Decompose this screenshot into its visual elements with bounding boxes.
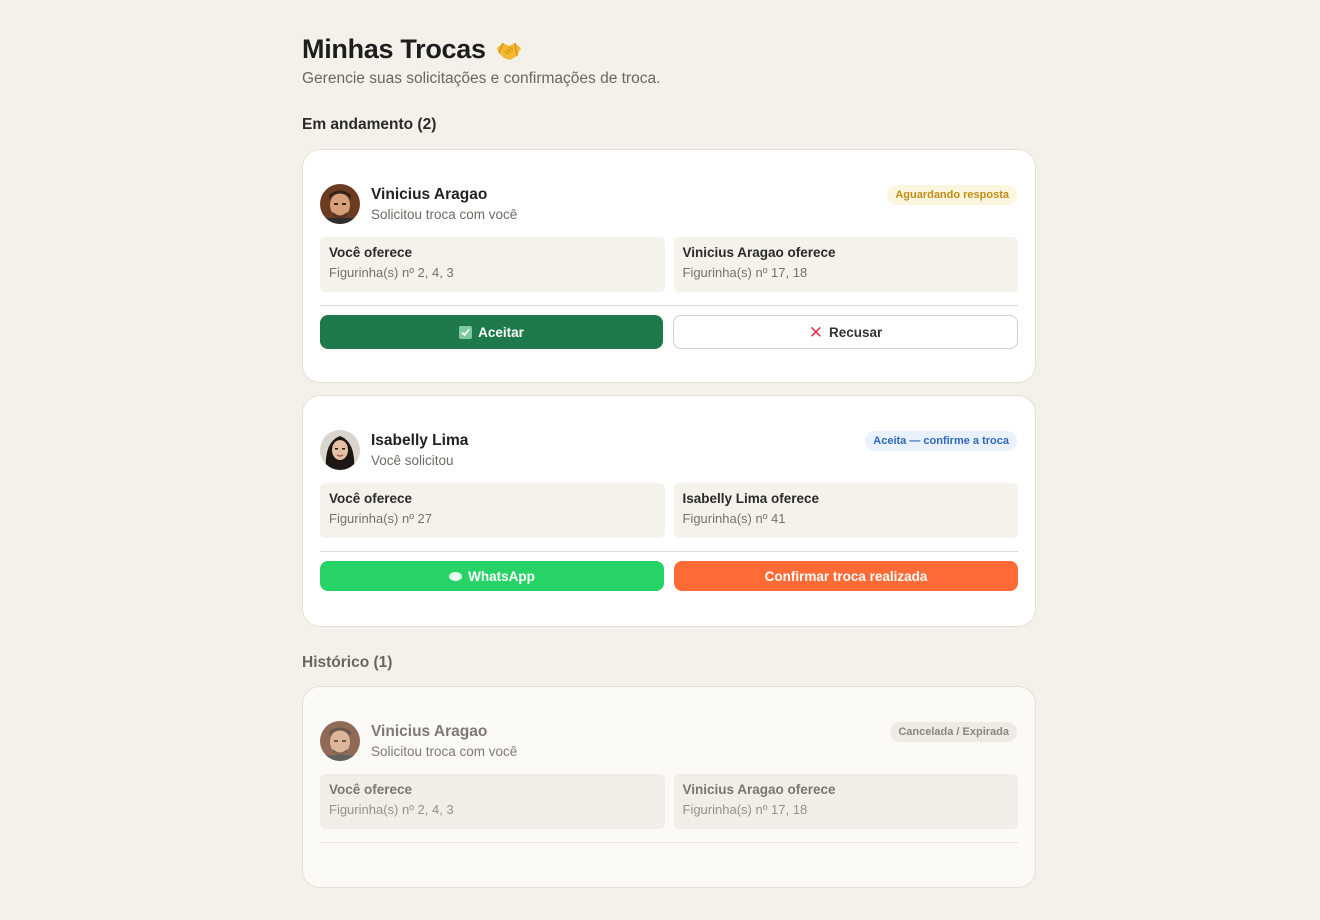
page-subtitle: Gerencie suas solicitações e confirmaçõe… (302, 70, 661, 87)
divider (320, 551, 1018, 552)
whatsapp-button[interactable]: WhatsApp (320, 561, 664, 591)
confirm-label: Confirmar troca realizada (764, 568, 928, 584)
trade-user-info: Vinicius Aragao Solicitou troca com você (371, 723, 517, 759)
they-offer-title: Vinicius Aragao oferece (682, 245, 836, 260)
accept-label: Aceitar (478, 324, 524, 340)
they-offer-title: Vinicius Aragao oferece (682, 782, 836, 797)
trades-page: Minhas Trocas Gerencie suas solicitações… (302, 32, 1036, 888)
you-offer-value: Figurinha(s) nº 2, 4, 3 (329, 802, 454, 817)
they-offer-box: Isabelly Lima oferece Figurinha(s) nº 41 (673, 483, 1018, 538)
chat-bubble-icon (449, 571, 463, 581)
user-name: Isabelly Lima (371, 432, 469, 449)
offers: Você oferece Figurinha(s) nº 2, 4, 3 Vin… (320, 774, 1018, 829)
status-badge: Aceita — confirme a troca (865, 431, 1017, 451)
refuse-button[interactable]: ✕ Recusar (673, 315, 1018, 349)
section-title-history: Histórico (1) (302, 654, 393, 671)
user-name: Vinicius Aragao (371, 186, 488, 203)
you-offer-title: Você oferece (329, 491, 413, 506)
page-title: Minhas Trocas (302, 33, 486, 64)
accept-button[interactable]: Aceitar (320, 315, 663, 349)
trade-card: Isabelly Lima Você solicitou Aceita — co… (302, 395, 1036, 627)
trade-actions: Aceitar ✕ Recusar (320, 315, 1018, 349)
status-badge: Aguardando resposta (887, 185, 1017, 205)
trade-card: Vinicius Aragao Solicitou troca com você… (302, 149, 1036, 383)
you-offer-value: Figurinha(s) nº 2, 4, 3 (329, 265, 454, 280)
user-name: Vinicius Aragao (371, 723, 488, 740)
you-offer-box: Você oferece Figurinha(s) nº 27 (320, 483, 665, 538)
check-icon (459, 325, 473, 339)
handshake-icon (496, 40, 522, 62)
page-header: Minhas Trocas (302, 32, 1036, 66)
status-badge: Cancelada / Expirada (890, 722, 1017, 742)
they-offer-box: Vinicius Aragao oferece Figurinha(s) nº … (673, 774, 1018, 829)
avatar (320, 430, 360, 470)
trade-role: Solicitou troca com você (371, 207, 518, 222)
divider (320, 842, 1018, 843)
trade-actions: WhatsApp Confirmar troca realizada (320, 561, 1018, 591)
avatar (320, 184, 360, 224)
divider (320, 305, 1018, 306)
refuse-label: Recusar (828, 324, 883, 340)
they-offer-box: Vinicius Aragao oferece Figurinha(s) nº … (673, 237, 1018, 292)
avatar (320, 721, 360, 761)
you-offer-title: Você oferece (329, 245, 413, 260)
trade-role: Você solicitou (371, 453, 454, 468)
trade-role: Solicitou troca com você (371, 744, 518, 759)
you-offer-box: Você oferece Figurinha(s) nº 2, 4, 3 (320, 774, 665, 829)
they-offer-value: Figurinha(s) nº 17, 18 (682, 265, 808, 280)
section-title-active: Em andamento (2) (302, 116, 437, 133)
x-icon: ✕ (808, 322, 823, 342)
offers: Você oferece Figurinha(s) nº 27 Isabelly… (320, 483, 1018, 538)
you-offer-title: Você oferece (329, 782, 413, 797)
they-offer-title: Isabelly Lima oferece (682, 491, 820, 506)
you-offer-value: Figurinha(s) nº 27 (329, 511, 433, 526)
they-offer-value: Figurinha(s) nº 41 (682, 511, 786, 526)
they-offer-value: Figurinha(s) nº 17, 18 (682, 802, 808, 817)
whatsapp-label: WhatsApp (468, 568, 535, 584)
trade-user-info: Vinicius Aragao Solicitou troca com você (371, 186, 517, 222)
trade-user-info: Isabelly Lima Você solicitou (371, 432, 468, 468)
offers: Você oferece Figurinha(s) nº 2, 4, 3 Vin… (320, 237, 1018, 292)
confirm-trade-button[interactable]: Confirmar troca realizada (674, 561, 1018, 591)
you-offer-box: Você oferece Figurinha(s) nº 2, 4, 3 (320, 237, 665, 292)
history-card: Vinicius Aragao Solicitou troca com você… (302, 686, 1036, 888)
